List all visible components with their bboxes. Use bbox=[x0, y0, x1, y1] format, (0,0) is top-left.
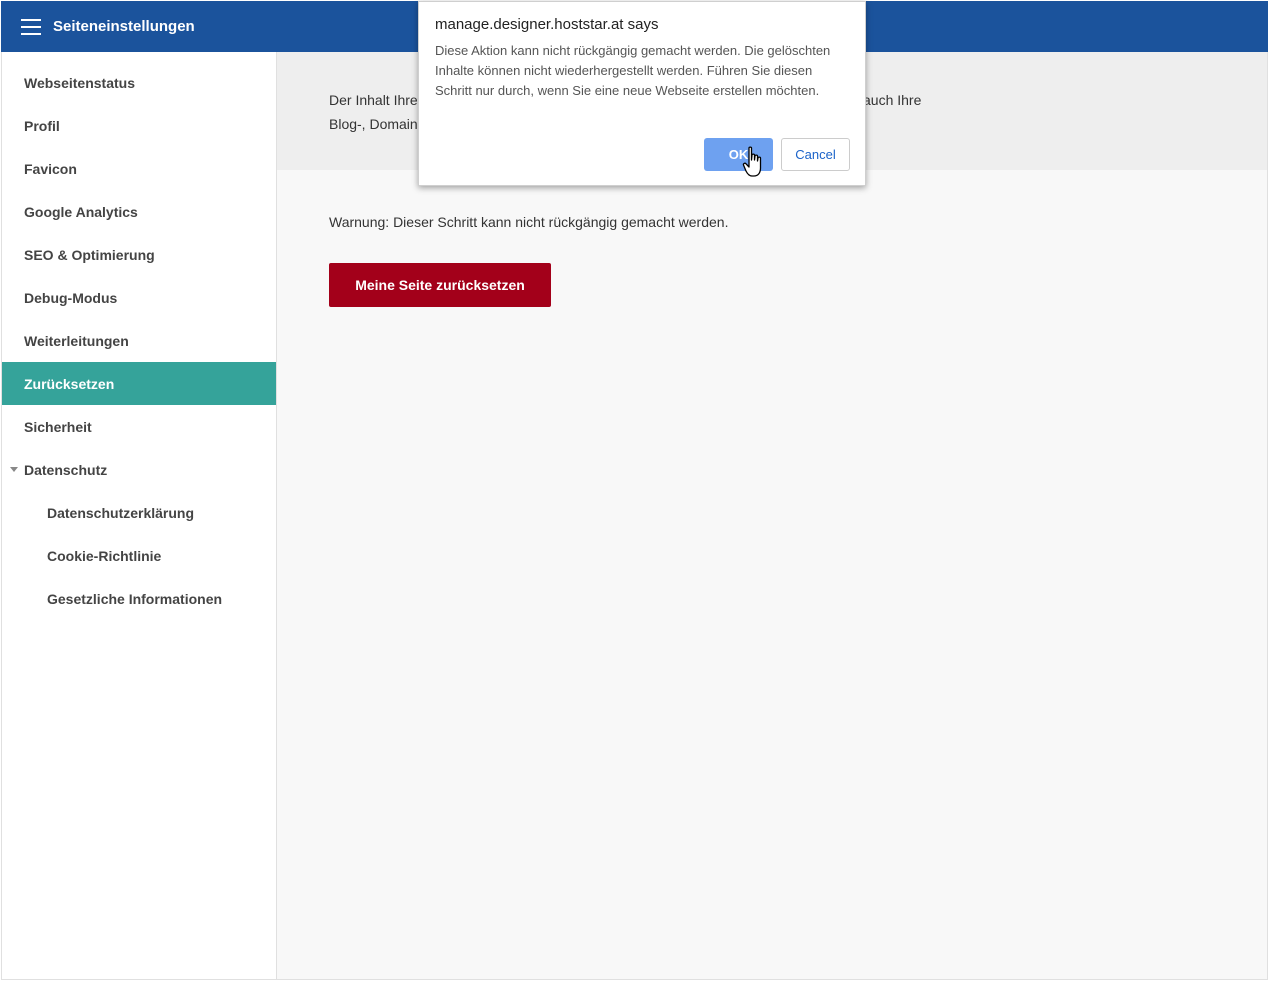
hamburger-icon[interactable] bbox=[21, 18, 41, 35]
warning-text: Warnung: Dieser Schritt kann nicht rückg… bbox=[329, 214, 729, 230]
cancel-button[interactable]: Cancel bbox=[781, 138, 850, 171]
dialog-title: manage.designer.hoststar.at says bbox=[435, 16, 659, 33]
sidebar: Webseitenstatus Profil Favicon Google An… bbox=[1, 52, 277, 980]
sidebar-item-webseitenstatus[interactable]: Webseitenstatus bbox=[2, 61, 276, 104]
sidebar-item-zuruecksetzen[interactable]: Zurücksetzen bbox=[2, 362, 276, 405]
sidebar-item-profil[interactable]: Profil bbox=[2, 104, 276, 147]
page-title: Seiteneinstellungen bbox=[53, 18, 195, 35]
dialog-message: Diese Aktion kann nicht rückgängig gemac… bbox=[435, 43, 831, 98]
sidebar-item-debug-modus[interactable]: Debug-Modus bbox=[2, 276, 276, 319]
sidebar-item-sicherheit[interactable]: Sicherheit bbox=[2, 405, 276, 448]
intro-text-tail: auch Ihre bbox=[863, 92, 922, 108]
sidebar-item-weiterleitungen[interactable]: Weiterleitungen bbox=[2, 319, 276, 362]
dialog-buttons: OK Cancel bbox=[704, 138, 850, 171]
sidebar-item-seo[interactable]: SEO & Optimierung bbox=[2, 233, 276, 276]
sidebar-item-label: Datenschutz bbox=[24, 461, 108, 478]
reset-site-button[interactable]: Meine Seite zurücksetzen bbox=[329, 263, 551, 307]
sidebar-item-gesetzliche-informationen[interactable]: Gesetzliche Informationen bbox=[2, 577, 276, 620]
caret-down-icon bbox=[10, 467, 18, 472]
sidebar-item-datenschutzerklaerung[interactable]: Datenschutzerklärung bbox=[2, 491, 276, 534]
sidebar-item-datenschutz[interactable]: Datenschutz bbox=[2, 448, 276, 491]
sidebar-item-google-analytics[interactable]: Google Analytics bbox=[2, 190, 276, 233]
main-content: Der Inhalt Ihrer Blog-, Domain- auch Ihr… bbox=[277, 52, 1268, 980]
sidebar-item-favicon[interactable]: Favicon bbox=[2, 147, 276, 190]
confirm-dialog: manage.designer.hoststar.at says Diese A… bbox=[418, 1, 866, 186]
hand-pointer-icon bbox=[742, 146, 762, 177]
sidebar-item-cookie-richtlinie[interactable]: Cookie-Richtlinie bbox=[2, 534, 276, 577]
